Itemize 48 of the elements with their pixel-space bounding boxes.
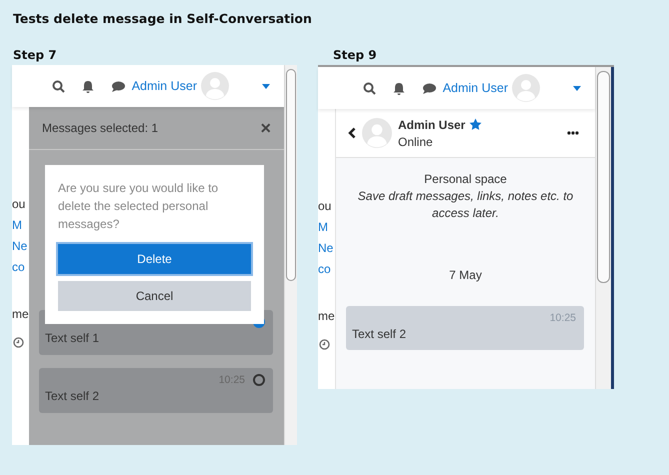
chat-icon[interactable] [422, 82, 436, 94]
caret-icon[interactable] [573, 86, 581, 90]
step-label: Step 7 [13, 48, 58, 62]
close-button[interactable]: × [260, 119, 271, 137]
avatar-icon [362, 118, 392, 148]
clock-icon [319, 339, 330, 350]
more-icon[interactable] [567, 131, 579, 135]
avatar-icon [512, 74, 540, 102]
clock-icon [13, 337, 24, 348]
page-text[interactable]: Ne [12, 239, 29, 253]
selection-count: Messages selected: 1 [42, 121, 158, 135]
page-title: Tests delete message in Self-Conversation [12, 10, 313, 26]
page-text[interactable]: Ne [318, 241, 335, 255]
chat-icon[interactable] [110, 80, 125, 92]
message-time: 10:25 [550, 312, 576, 324]
page-text[interactable]: co [318, 262, 335, 276]
select-indicator[interactable] [253, 374, 265, 386]
user-menu-link[interactable]: Admin User [132, 79, 197, 93]
intro-title: Personal space [424, 171, 507, 188]
message-text: Text self 1 [45, 331, 100, 345]
page-text: ou [318, 199, 332, 213]
message-bubble[interactable]: 10:25 Text self 2 [346, 306, 584, 350]
back-icon[interactable] [348, 127, 356, 139]
avatar-icon [201, 72, 229, 100]
message-text: Text self 2 [352, 327, 408, 341]
scrollbar[interactable] [284, 65, 297, 445]
contact-name: Admin User [398, 118, 466, 132]
search-icon[interactable] [362, 82, 376, 94]
bell-icon[interactable] [392, 82, 405, 94]
scrollbar[interactable] [595, 67, 611, 389]
page-text[interactable]: co [12, 260, 29, 274]
page-text: me [12, 307, 29, 323]
cancel-button[interactable]: Cancel [58, 281, 251, 311]
intro-note: Save draft messages, links, notes etc. to access later. [356, 188, 574, 222]
page-text: me [318, 309, 335, 325]
page-text: ou [12, 197, 26, 211]
message-text: Text self 2 [45, 389, 100, 403]
delete-button[interactable]: Delete [58, 244, 251, 274]
search-icon[interactable] [52, 80, 65, 92]
bell-icon[interactable] [82, 80, 94, 92]
dialog-message: Are you sure you would like to delete the selected personal messages? [58, 180, 220, 233]
user-menu-link[interactable]: Admin User [442, 81, 508, 95]
page-text[interactable]: M [318, 220, 335, 234]
page-text[interactable]: M [12, 218, 29, 232]
contact-status: Online [398, 134, 434, 148]
step-label: Step 9 [333, 48, 378, 62]
caret-icon[interactable] [262, 84, 270, 88]
date-label: 7 May [448, 268, 483, 282]
